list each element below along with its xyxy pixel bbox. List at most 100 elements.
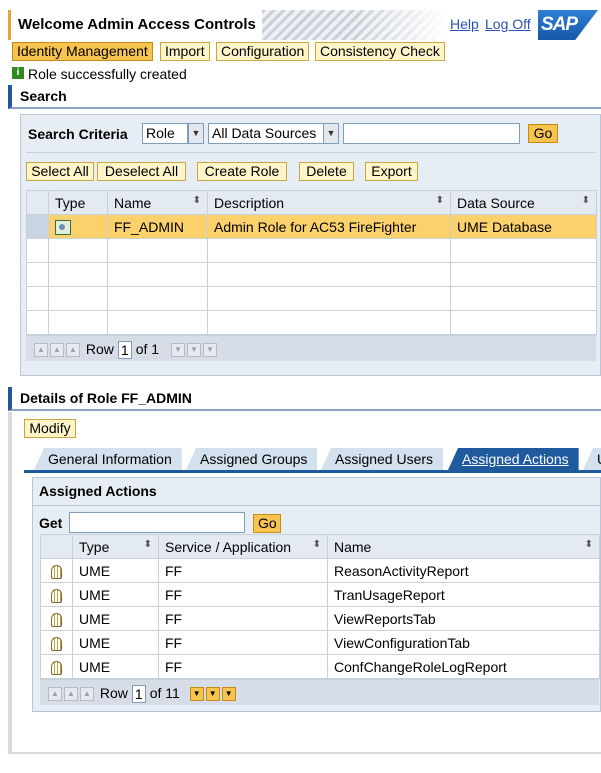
sort-icon[interactable]: ⬍ xyxy=(193,195,201,206)
column-header-name[interactable]: Name ⬍ xyxy=(107,190,208,215)
object-type-dropdown-icon[interactable]: ▼ xyxy=(188,123,204,144)
tab-assigned-actions[interactable]: Assigned Actions xyxy=(448,448,579,470)
object-type-select[interactable]: Role xyxy=(142,123,188,144)
logoff-link[interactable]: Log Off xyxy=(485,16,531,32)
first-page-icon[interactable]: ▲ xyxy=(48,687,62,702)
sort-icon[interactable]: ⬍ xyxy=(436,195,444,206)
next-page-icon[interactable]: ▼ xyxy=(205,687,220,702)
action-icon xyxy=(51,564,62,579)
footer-divider xyxy=(8,752,601,754)
help-link[interactable]: Help xyxy=(450,16,479,32)
status-message: Role successfully created xyxy=(28,66,187,82)
actions-table-pager: ▲ ▲ ▲ Row 1 of 11 ▼ ▼ ▼ xyxy=(40,679,599,705)
action-name-cell: ReasonActivityReport xyxy=(327,558,600,583)
role-table-pager: ▲ ▲ ▲ Row 1 of 1 ▼ ▼ ▼ xyxy=(26,335,596,361)
column-header-description[interactable]: Description ⬍ xyxy=(207,190,451,215)
next-row-icon[interactable]: ▼ xyxy=(170,343,185,358)
role-icon xyxy=(55,219,71,235)
column-header-data-source[interactable]: Data Source ⬍ xyxy=(450,190,597,215)
select-all-cell[interactable] xyxy=(40,534,73,559)
assigned-actions-title: Assigned Actions xyxy=(39,483,157,499)
action-type-cell: UME xyxy=(72,654,159,679)
divider xyxy=(26,152,596,153)
create-role-button[interactable]: Create Role xyxy=(197,162,287,181)
table-row[interactable]: FF_ADMIN Admin Role for AC53 FireFighter… xyxy=(26,214,597,239)
table-row[interactable]: UME FF ViewConfigurationTab xyxy=(40,630,600,655)
column-header-service[interactable]: Service / Application ⬍ xyxy=(158,534,328,559)
action-name-cell: ConfChangeRoleLogReport xyxy=(327,654,600,679)
action-service-cell: FF xyxy=(158,582,328,607)
table-row[interactable]: UME FF ConfChangeRoleLogReport xyxy=(40,654,600,679)
tab-strip-line xyxy=(24,470,601,473)
get-input[interactable] xyxy=(69,512,245,533)
tab-assigned-groups[interactable]: Assigned Groups xyxy=(186,448,318,470)
prev-row-icon[interactable]: ▲ xyxy=(66,343,80,358)
data-source-select[interactable]: All Data Sources xyxy=(208,123,325,144)
table-row xyxy=(26,262,597,287)
role-data-source-cell: UME Database xyxy=(450,214,597,239)
last-page-icon[interactable]: ▼ xyxy=(221,687,236,702)
action-service-cell: FF xyxy=(158,606,328,631)
sort-icon[interactable]: ⬍ xyxy=(144,539,152,550)
get-label: Get xyxy=(39,515,63,531)
row-selector[interactable] xyxy=(26,214,49,239)
modify-button[interactable]: Modify xyxy=(24,419,76,438)
action-name-cell: ViewConfigurationTab xyxy=(327,630,600,655)
column-header-type[interactable]: Type xyxy=(48,190,108,215)
action-service-cell: FF xyxy=(158,630,328,655)
action-service-cell: FF xyxy=(158,654,328,679)
action-service-cell: FF xyxy=(158,558,328,583)
action-type-cell: UME xyxy=(72,606,159,631)
last-page-icon[interactable]: ▼ xyxy=(202,343,217,358)
first-page-icon[interactable]: ▲ xyxy=(34,343,48,358)
tab-consistency-check[interactable]: Consistency Check xyxy=(315,42,445,61)
action-icon xyxy=(51,636,62,651)
sort-icon[interactable]: ⬍ xyxy=(585,539,593,550)
tab-identity-management[interactable]: Identity Management xyxy=(12,42,153,61)
sort-icon[interactable]: ⬍ xyxy=(582,195,590,206)
divider xyxy=(32,505,601,506)
search-go-button[interactable]: Go xyxy=(528,124,558,143)
tab-import[interactable]: Import xyxy=(160,42,210,61)
row-label: Row xyxy=(85,341,114,357)
search-input[interactable] xyxy=(343,123,520,144)
select-all-cell[interactable] xyxy=(26,190,49,215)
export-button[interactable]: Export xyxy=(365,162,418,181)
next-page-icon[interactable]: ▼ xyxy=(186,343,201,358)
table-row[interactable]: UME FF ReasonActivityReport xyxy=(40,558,600,583)
get-go-button[interactable]: Go xyxy=(253,514,281,533)
role-description-cell: Admin Role for AC53 FireFighter xyxy=(207,214,451,239)
column-header-type[interactable]: Type ⬍ xyxy=(72,534,159,559)
row-input[interactable]: 1 xyxy=(117,341,132,360)
tab-configuration[interactable]: Configuration xyxy=(216,42,310,61)
action-name-cell: ViewReportsTab xyxy=(327,606,600,631)
search-section-header: Search xyxy=(8,85,601,109)
prev-page-icon[interactable]: ▲ xyxy=(50,343,64,358)
assigned-actions-table: Type ⬍ Service / Application ⬍ Name ⬍ UME F… xyxy=(40,534,600,705)
table-row xyxy=(26,286,597,311)
select-all-button[interactable]: Select All xyxy=(26,162,94,181)
search-criteria-label: Search Criteria xyxy=(28,126,128,142)
role-name-cell[interactable]: FF_ADMIN xyxy=(107,214,208,239)
column-header-name[interactable]: Name ⬍ xyxy=(327,534,600,559)
next-row-icon[interactable]: ▼ xyxy=(189,687,204,702)
role-results-table: Type Name ⬍ Description ⬍ Data Source ⬍ FF_… xyxy=(26,190,597,361)
delete-button[interactable]: Delete xyxy=(299,162,354,181)
sort-icon[interactable]: ⬍ xyxy=(313,539,321,550)
row-input[interactable]: 1 xyxy=(131,685,146,704)
table-row[interactable]: UME FF ViewReportsTab xyxy=(40,606,600,631)
table-row[interactable]: UME FF TranUsageReport xyxy=(40,582,600,607)
table-row xyxy=(26,238,597,263)
action-icon xyxy=(51,612,62,627)
action-type-cell: UME xyxy=(72,630,159,655)
action-type-cell: UME xyxy=(72,582,159,607)
data-source-dropdown-icon[interactable]: ▼ xyxy=(323,123,339,144)
details-section-header: Details of Role FF_ADMIN xyxy=(8,387,601,411)
tab-assigned-users[interactable]: Assigned Users xyxy=(321,448,444,470)
action-icon xyxy=(51,660,62,675)
tab-general-information[interactable]: General Information xyxy=(34,448,182,470)
row-count: of 11 xyxy=(149,685,180,701)
deselect-all-button[interactable]: Deselect All xyxy=(97,162,186,181)
prev-row-icon[interactable]: ▲ xyxy=(80,687,94,702)
prev-page-icon[interactable]: ▲ xyxy=(64,687,78,702)
